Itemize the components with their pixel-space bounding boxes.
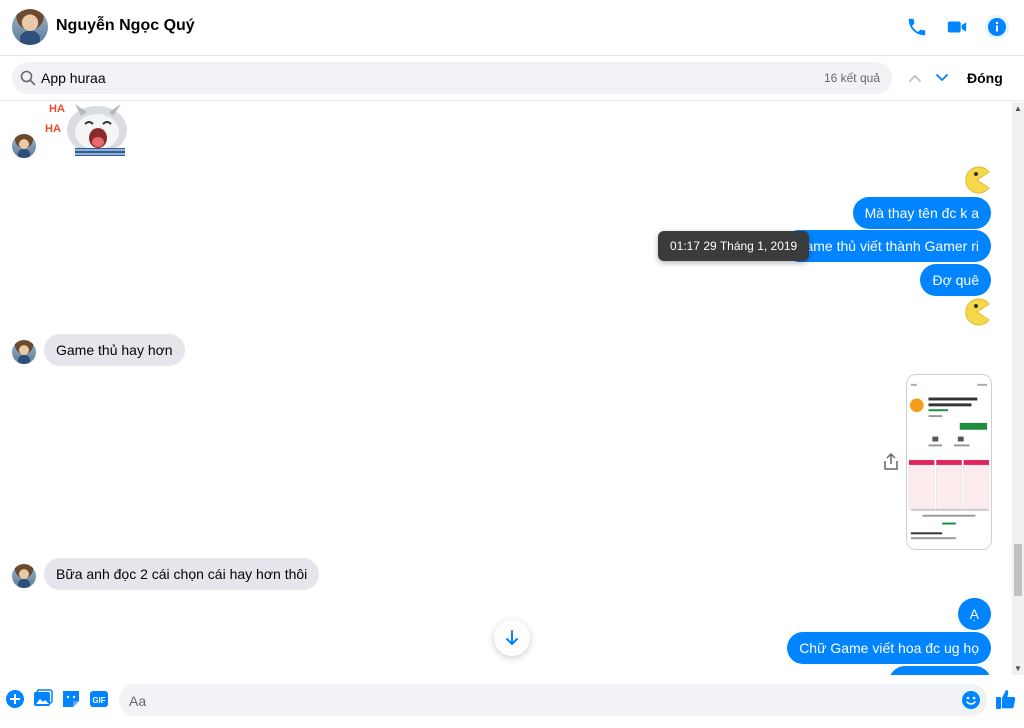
message-timestamp-tooltip: 01:17 29 Tháng 1, 2019 bbox=[658, 231, 810, 261]
message-input-placeholder: Aa bbox=[129, 693, 147, 709]
search-query[interactable]: App huraa bbox=[41, 70, 106, 86]
info-icon[interactable] bbox=[982, 12, 1012, 42]
pacman-emoji[interactable] bbox=[963, 166, 991, 194]
conversation-search-bar: App huraa 16 kết quả Đóng bbox=[0, 57, 1024, 101]
sticker-icon[interactable] bbox=[61, 689, 81, 709]
message-bubble[interactable]: Chữ Game viết hoa đc ug họ bbox=[787, 632, 991, 664]
contact-name[interactable]: Nguyễn Ngọc Quý bbox=[56, 17, 195, 35]
share-icon[interactable] bbox=[883, 453, 899, 471]
conversation-header: Nguyễn Ngọc Quý bbox=[0, 0, 1024, 56]
search-input[interactable]: App huraa 16 kết quả bbox=[12, 62, 892, 94]
emoji-icon[interactable] bbox=[961, 690, 981, 710]
thumbs-up-icon[interactable] bbox=[995, 688, 1017, 710]
contact-avatar[interactable] bbox=[12, 9, 48, 45]
scrollbar-thumb[interactable] bbox=[1014, 544, 1022, 596]
close-search-button[interactable]: Đóng bbox=[967, 70, 1003, 86]
message-bubble-partial[interactable] bbox=[889, 666, 991, 675]
search-result-count: 16 kết quả bbox=[823, 71, 880, 85]
arrow-down-icon bbox=[506, 630, 518, 646]
message-bubble[interactable]: Ạ bbox=[957, 598, 991, 630]
svg-text:HA: HA bbox=[45, 123, 61, 135]
search-icon bbox=[20, 70, 36, 86]
gif-label: GIF bbox=[92, 696, 105, 705]
svg-text:HA: HA bbox=[49, 103, 65, 115]
message-bubble[interactable]: Game thủ hay hơn bbox=[44, 334, 185, 366]
scroll-up-arrow[interactable]: ▲ bbox=[1014, 104, 1022, 113]
contact-avatar-small[interactable] bbox=[12, 564, 36, 588]
scrollbar[interactable]: ▲ ▼ bbox=[1012, 102, 1024, 675]
image-icon[interactable] bbox=[33, 689, 53, 709]
contact-avatar-small[interactable] bbox=[12, 134, 36, 158]
header-actions bbox=[902, 12, 1012, 42]
phone-icon[interactable] bbox=[902, 12, 932, 42]
chevron-up-icon bbox=[909, 74, 921, 82]
video-call-icon[interactable] bbox=[942, 12, 972, 42]
laughing-cat-sticker[interactable]: HA HA bbox=[45, 102, 131, 158]
message-bubble[interactable]: Đợ quê bbox=[920, 264, 991, 296]
message-bubble[interactable]: Bữa anh đọc 2 cái chọn cái hay hơn thôi bbox=[44, 558, 320, 590]
chevron-down-icon bbox=[936, 74, 948, 82]
plus-icon[interactable] bbox=[5, 689, 25, 709]
scroll-down-arrow[interactable]: ▼ bbox=[1014, 664, 1022, 673]
message-input[interactable]: Aa bbox=[119, 684, 987, 716]
next-result-button[interactable] bbox=[933, 69, 951, 87]
app-screenshot-image[interactable] bbox=[906, 374, 992, 550]
message-composer: GIF Aa bbox=[0, 675, 1024, 728]
scroll-to-bottom-button[interactable] bbox=[494, 620, 530, 656]
pacman-emoji[interactable] bbox=[963, 298, 991, 326]
message-bubble[interactable]: Game thủ viết thành Gamer ri bbox=[782, 230, 991, 262]
message-list[interactable]: HA HA Mà thay tên đc k a Game thủ viết t… bbox=[0, 102, 1024, 675]
previous-result-button[interactable] bbox=[906, 69, 924, 87]
message-bubble[interactable]: Mà thay tên đc k a bbox=[852, 197, 991, 229]
contact-avatar-small[interactable] bbox=[12, 340, 36, 364]
gif-icon[interactable]: GIF bbox=[89, 689, 109, 709]
